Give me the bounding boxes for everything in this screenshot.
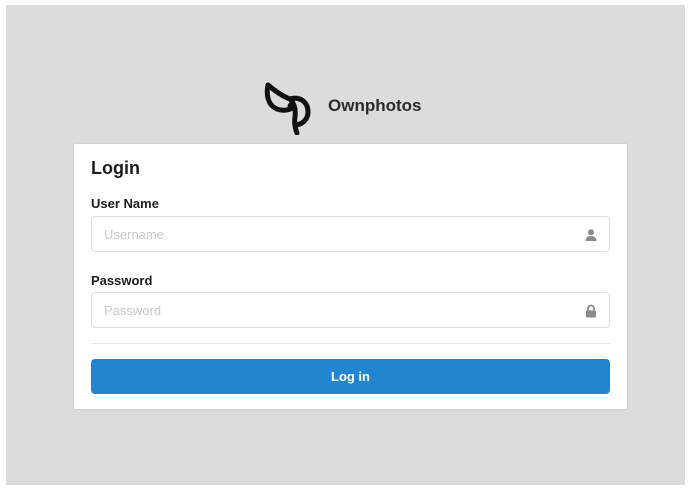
login-title: Login — [91, 158, 140, 178]
login-page: Ownphotos Login User Name Password Log i… — [6, 5, 685, 485]
password-input[interactable] — [92, 293, 574, 327]
lock-icon — [586, 304, 596, 318]
password-label: Password — [91, 273, 153, 288]
brand-header: Ownphotos — [260, 77, 421, 135]
password-field — [91, 292, 610, 328]
form-divider — [91, 343, 610, 344]
login-form: Login User Name Password Log in — [74, 144, 627, 409]
user-icon — [585, 229, 597, 241]
brand-name: Ownphotos — [328, 96, 422, 115]
username-label: User Name — [91, 196, 159, 211]
username-field — [91, 216, 610, 252]
username-input[interactable] — [92, 217, 574, 251]
login-button[interactable]: Log in — [91, 359, 610, 394]
ownphotos-logo-icon — [264, 82, 311, 135]
